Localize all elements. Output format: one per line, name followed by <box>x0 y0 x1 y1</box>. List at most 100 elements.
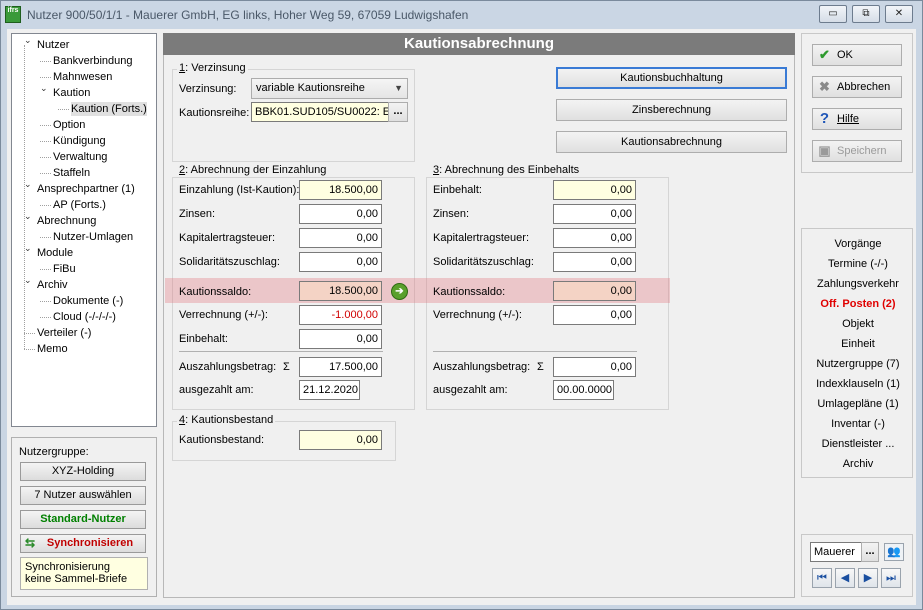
nav-link[interactable]: Objekt <box>802 318 914 330</box>
tree-item[interactable]: FiBu <box>53 262 76 276</box>
nav-link[interactable]: Archiv <box>802 458 914 470</box>
nav-link[interactable]: Indexklauseln (1) <box>802 378 914 390</box>
zinsberechnung-button[interactable]: Zinsberechnung <box>556 99 787 121</box>
navigation-tree[interactable]: Nutzer ⌄ Bankverbindung Mahnwesen Kaution ⌄ Ka… <box>11 33 157 427</box>
tree-item[interactable]: Kündigung <box>53 134 106 148</box>
tree-item[interactable]: Verteiler (-) <box>37 326 91 340</box>
nav-link[interactable]: Inventar (-) <box>802 418 914 430</box>
solidaritaetszuschlag3-label: Solidaritätszuschlag: <box>433 256 534 268</box>
auszahlungsbetrag-field[interactable]: 17.500,00 <box>299 357 382 377</box>
tree-item[interactable]: Bankverbindung <box>53 54 133 68</box>
verrechnung3-label: Verrechnung (+/-): <box>433 309 522 321</box>
solidaritaetszuschlag-field[interactable]: 0,00 <box>299 252 382 272</box>
solidaritaetszuschlag-label: Solidaritätszuschlag: <box>179 256 280 268</box>
tree-item[interactable]: Kaution <box>53 86 90 100</box>
nav-link[interactable]: Nutzergruppe (7) <box>802 358 914 370</box>
help-button[interactable]: ? Hilfe <box>812 108 902 130</box>
sync-icon: ⇆ <box>25 536 36 550</box>
tree-item[interactable]: Module <box>37 246 73 260</box>
tree-item[interactable]: AP (Forts.) <box>53 198 106 212</box>
first-record-button[interactable]: ⏮ <box>812 568 832 588</box>
nutzergruppe-panel: Nutzergruppe: XYZ-Holding 7 Nutzer auswä… <box>11 437 157 597</box>
auszahlungsbetrag-label: Auszahlungsbetrag: <box>179 361 277 373</box>
tree-item[interactable]: Staffeln <box>53 166 90 180</box>
tree-item[interactable]: Mahnwesen <box>53 70 112 84</box>
tree-item[interactable]: Cloud (-/-/-/-) <box>53 310 116 324</box>
auszahlungsbetrag3-field[interactable]: 0,00 <box>553 357 636 377</box>
verrechnung-field[interactable]: -1.000,00 <box>299 305 382 325</box>
last-record-button[interactable]: ⏭ <box>881 568 901 588</box>
zinsen3-field[interactable]: 0,00 <box>553 204 636 224</box>
cancel-button[interactable]: ✖ Abbrechen <box>812 76 902 98</box>
tree-item[interactable]: Dokumente (-) <box>53 294 123 308</box>
nav-link[interactable]: Einheit <box>802 338 914 350</box>
ausgezahlt-field[interactable]: 21.12.2020 <box>299 380 360 400</box>
zinsen3-label: Zinsen: <box>433 208 470 220</box>
close-button[interactable]: ✕ <box>885 5 913 23</box>
ok-button[interactable]: ✔ OK <box>812 44 902 66</box>
standard-user-button[interactable]: Standard-Nutzer <box>20 510 146 529</box>
kapitalertragsteuer3-field[interactable]: 0,00 <box>553 228 636 248</box>
chevron-down-icon[interactable]: ⌄ <box>24 35 32 46</box>
tree-connector <box>40 77 51 78</box>
einbehalt3-field[interactable]: 0,00 <box>553 180 636 200</box>
nav-link[interactable]: Off. Posten (2) <box>802 298 914 310</box>
chevron-down-icon[interactable]: ⌄ <box>24 179 32 190</box>
kautionssaldo3-label: Kautionssaldo: <box>433 286 506 298</box>
user-field[interactable]: Mauerer <box>810 542 862 562</box>
kapitalertragsteuer-field[interactable]: 0,00 <box>299 228 382 248</box>
sync-info-line1: Synchronisierung <box>25 561 110 573</box>
einzahlung-field[interactable]: 18.500,00 <box>299 180 382 200</box>
tree-item[interactable]: Abrechnung <box>37 214 96 228</box>
chevron-down-icon[interactable]: ⌄ <box>24 211 32 222</box>
kautionsabrechnung-button[interactable]: Kautionsabrechnung <box>556 131 787 153</box>
chevron-down-icon: ▼ <box>394 83 403 93</box>
zinsen-field[interactable]: 0,00 <box>299 204 382 224</box>
einbehalt-field[interactable]: 0,00 <box>299 329 382 349</box>
tree-item[interactable]: Nutzer <box>37 38 69 52</box>
tree-item[interactable]: Memo <box>37 342 68 356</box>
kautionssaldo-field: 18.500,00 <box>299 281 382 301</box>
kautionsreihe-field[interactable]: BBK01.SUD105/SU0022: E <box>251 102 389 122</box>
tree-connector <box>40 125 51 126</box>
nav-link[interactable]: Umlagepläne (1) <box>802 398 914 410</box>
kautionsbestand-field[interactable]: 0,00 <box>299 430 382 450</box>
kautionsreihe-label: Kautionsreihe: <box>179 107 250 119</box>
solidaritaetszuschlag3-field[interactable]: 0,00 <box>553 252 636 272</box>
restore-button[interactable]: ⧉ <box>852 5 880 23</box>
previous-record-button[interactable]: ◀ <box>835 568 855 588</box>
nav-link[interactable]: Dienstleister ... <box>802 438 914 450</box>
arrow-right-icon[interactable]: ➔ <box>391 283 408 300</box>
next-record-button[interactable]: ▶ <box>858 568 878 588</box>
verzinsung-select[interactable]: variable Kautionsreihe ▼ <box>251 78 408 99</box>
kautionsreihe-browse-button[interactable]: ... <box>388 102 408 122</box>
tree-item[interactable]: Archiv <box>37 278 68 292</box>
window-title: Nutzer 900/50/1/1 - Mauerer GmbH, EG lin… <box>27 8 469 22</box>
tree-item[interactable]: Option <box>53 118 85 132</box>
tree-item[interactable]: Nutzer-Umlagen <box>53 230 133 244</box>
group-button[interactable]: XYZ-Holding <box>20 462 146 481</box>
verrechnung3-field[interactable]: 0,00 <box>553 305 636 325</box>
chevron-down-icon[interactable]: ⌄ <box>40 83 48 94</box>
chevron-down-icon[interactable]: ⌄ <box>24 275 32 286</box>
tree-item[interactable]: Ansprechpartner (1) <box>37 182 135 196</box>
nav-link[interactable]: Zahlungsverkehr <box>802 278 914 290</box>
chevron-down-icon[interactable]: ⌄ <box>24 243 32 254</box>
kautionsbuchhaltung-button[interactable]: Kautionsbuchhaltung <box>556 67 787 89</box>
users-icon[interactable]: 👥 <box>884 543 904 561</box>
user-browse-button[interactable]: ... <box>861 542 879 562</box>
tree-item[interactable]: Kaution (Forts.) <box>71 102 147 116</box>
minimize-button[interactable]: ▭ <box>819 5 847 23</box>
sum3-divider <box>433 351 637 352</box>
synchronize-button[interactable]: ⇆ Synchronisieren <box>20 534 146 553</box>
nav-link[interactable]: Termine (-/-) <box>802 258 914 270</box>
einbehalt3-label: Einbehalt: <box>433 184 482 196</box>
nav-link[interactable]: Vorgänge <box>802 238 914 250</box>
kapitalertragsteuer-label: Kapitalertragsteuer: <box>179 232 275 244</box>
einzahlung-label: Einzahlung (Ist-Kaution): <box>179 184 300 196</box>
tree-item[interactable]: Verwaltung <box>53 150 107 164</box>
ausgezahlt3-field[interactable]: 00.00.0000 <box>553 380 614 400</box>
save-button[interactable]: ▣ Speichern <box>812 140 902 162</box>
related-links-panel: Vorgänge Termine (-/-) Zahlungsverkehr Off.… <box>801 228 913 478</box>
select-users-button[interactable]: 7 Nutzer auswählen <box>20 486 146 505</box>
